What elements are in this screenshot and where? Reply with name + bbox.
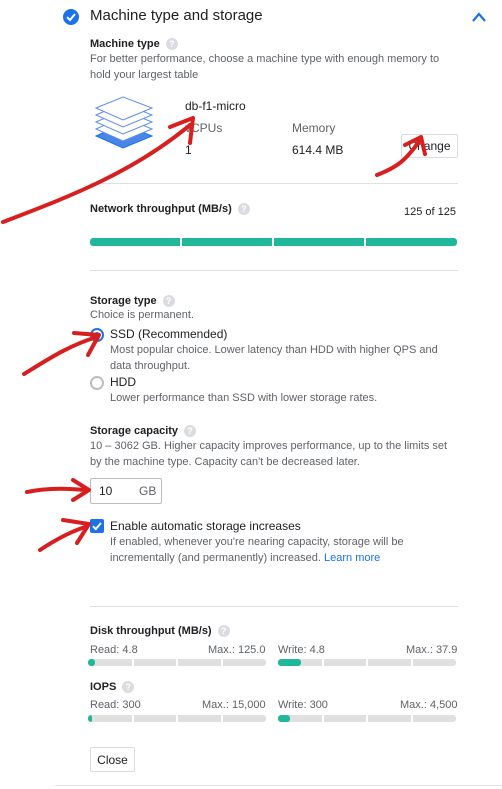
bottom-divider bbox=[55, 785, 502, 786]
bar-segment bbox=[132, 715, 134, 722]
arrow-to-capacity bbox=[25, 486, 87, 494]
help-icon[interactable]: ? bbox=[237, 203, 250, 216]
disk-write-fill bbox=[278, 659, 302, 666]
storage-capacity-label: Storage capacity? bbox=[90, 425, 197, 438]
bar-segment bbox=[221, 715, 223, 722]
bar-segment bbox=[322, 715, 324, 722]
ssd-radio[interactable] bbox=[90, 328, 104, 342]
bar-segment bbox=[132, 659, 134, 666]
network-throughput-value: 125 of 125 bbox=[404, 206, 456, 218]
bar-segment bbox=[180, 238, 182, 246]
disk-throughput-label: Disk throughput (MB/s)? bbox=[90, 625, 230, 638]
iops-read-label: Read: 300 bbox=[90, 699, 141, 711]
help-icon[interactable]: ? bbox=[217, 625, 230, 638]
memory-value: 614.4 MB bbox=[292, 143, 344, 157]
section-title: Machine type and storage bbox=[90, 7, 263, 24]
change-machine-button[interactable]: Change bbox=[401, 134, 458, 158]
ssd-description: Most popular choice. Lower latency than … bbox=[110, 344, 438, 372]
bar-segment bbox=[176, 715, 178, 722]
storage-type-note: Choice is permanent. bbox=[90, 309, 194, 321]
machine-type-label: Machine type? bbox=[90, 38, 178, 51]
hdd-radio[interactable] bbox=[90, 376, 104, 390]
hdd-description: Lower performance than SSD with lower st… bbox=[110, 392, 378, 404]
storage-capacity-unit: GB bbox=[139, 484, 157, 498]
iops-write-max: Max.: 4,500 bbox=[400, 699, 458, 711]
iops-read-bar bbox=[88, 715, 266, 722]
bar-segment bbox=[176, 659, 178, 666]
auto-increase-description: If enabled, whenever you're nearing capa… bbox=[110, 536, 404, 564]
ssd-label[interactable]: SSD (Recommended) bbox=[110, 327, 227, 341]
bar-segment bbox=[364, 238, 366, 246]
vcpus-value: 1 bbox=[185, 143, 192, 157]
machine-name: db-f1-micro bbox=[185, 99, 246, 113]
arrow-to-checkbox-head bbox=[61, 518, 91, 545]
disk-read-fill bbox=[88, 659, 96, 666]
divider bbox=[90, 183, 458, 184]
help-icon[interactable]: ? bbox=[162, 295, 175, 308]
bar-segment bbox=[411, 659, 413, 666]
storage-capacity-value[interactable]: 10 bbox=[99, 484, 112, 498]
storage-capacity-input[interactable]: 10 GB bbox=[90, 478, 162, 504]
learn-more-link[interactable]: Learn more bbox=[324, 552, 380, 564]
storage-type-label: Storage type? bbox=[90, 295, 175, 308]
arrow-to-checkbox bbox=[38, 525, 87, 552]
collapse-chevron-icon[interactable] bbox=[471, 10, 487, 22]
section-check-icon bbox=[63, 9, 79, 25]
bar-segment bbox=[221, 659, 223, 666]
arrow-to-capacity-head bbox=[71, 478, 91, 502]
iops-label: IOPS? bbox=[90, 681, 135, 694]
disk-write-label: Write: 4.8 bbox=[278, 644, 325, 656]
stacked-layers-icon bbox=[90, 96, 160, 156]
bar-segment bbox=[366, 659, 368, 666]
storage-capacity-description: 10 – 3062 GB. Higher capacity improves p… bbox=[90, 440, 448, 468]
disk-read-bar bbox=[88, 659, 266, 666]
bar-segment bbox=[366, 715, 368, 722]
bar-segment bbox=[322, 659, 324, 666]
disk-read-label: Read: 4.8 bbox=[90, 644, 138, 656]
help-icon[interactable]: ? bbox=[184, 425, 197, 438]
network-throughput-bar bbox=[90, 238, 457, 246]
close-button[interactable]: Close bbox=[90, 747, 135, 772]
disk-read-max: Max.: 125.0 bbox=[208, 644, 266, 656]
iops-write-bar bbox=[278, 715, 456, 722]
help-icon[interactable]: ? bbox=[122, 681, 135, 694]
help-icon[interactable]: ? bbox=[165, 38, 178, 51]
auto-increase-checkbox[interactable] bbox=[90, 519, 104, 533]
network-throughput-label: Network throughput (MB/s)? bbox=[90, 203, 250, 216]
disk-write-bar bbox=[278, 659, 456, 666]
iops-read-max: Max.: 15,000 bbox=[202, 699, 266, 711]
iops-read-fill bbox=[88, 715, 92, 722]
memory-label: Memory bbox=[292, 121, 336, 135]
arrow-to-ssd bbox=[22, 335, 99, 376]
divider bbox=[90, 606, 458, 607]
iops-write-label: Write: 300 bbox=[278, 699, 328, 711]
machine-type-description: For better performance, choose a machine… bbox=[90, 53, 440, 81]
bar-segment bbox=[272, 238, 274, 246]
bar-segment bbox=[411, 715, 413, 722]
vcpus-label: vCPUs bbox=[185, 121, 223, 135]
divider bbox=[90, 270, 458, 271]
disk-write-max: Max.: 37.9 bbox=[406, 644, 458, 656]
hdd-label[interactable]: HDD bbox=[110, 375, 136, 389]
iops-write-fill bbox=[278, 715, 291, 722]
auto-increase-label[interactable]: Enable automatic storage increases bbox=[110, 519, 301, 533]
